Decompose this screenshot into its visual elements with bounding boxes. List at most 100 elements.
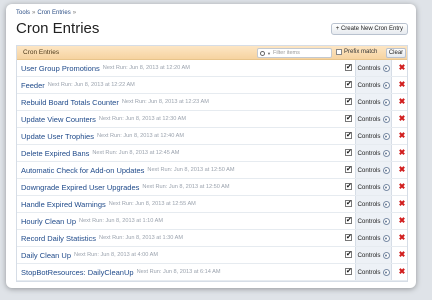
cron-entry-name[interactable]: Update View Counters	[17, 115, 96, 124]
search-icon	[260, 50, 265, 56]
next-run-text: Next Run: Jun 8, 2013 at 12:22 AM	[47, 82, 135, 88]
delete-icon[interactable]: ✖	[398, 81, 406, 89]
filter-input[interactable]: ▼ Filter items	[257, 48, 332, 58]
enabled-checkbox[interactable]: ✔	[345, 81, 352, 88]
enabled-checkbox[interactable]: ✔	[345, 217, 352, 224]
next-run-text: Next Run: Jun 8, 2013 at 12:45 AM	[92, 150, 180, 156]
chevron-down-icon: ▼	[382, 268, 390, 276]
breadcrumb-separator: »	[32, 10, 36, 16]
cron-entry-name[interactable]: Daily Clean Up	[17, 251, 71, 260]
controls-menu[interactable]: Controls ▼	[355, 162, 392, 178]
controls-label: Controls	[357, 81, 381, 89]
delete-icon[interactable]: ✖	[398, 251, 406, 259]
controls-label: Controls	[357, 166, 381, 174]
delete-icon[interactable]: ✖	[398, 98, 406, 106]
list-item: StopBotResources: DailyCleanUp Next Run: …	[17, 264, 407, 281]
cron-entry-name[interactable]: Hourly Clean Up	[17, 217, 76, 226]
controls-menu[interactable]: Controls ▼	[355, 111, 392, 127]
cron-entry-name[interactable]: Record Daily Statistics	[17, 234, 96, 243]
filter-placeholder: Filter items	[272, 50, 300, 56]
enabled-checkbox[interactable]: ✔	[345, 98, 352, 105]
controls-label: Controls	[357, 64, 381, 72]
delete-icon[interactable]: ✖	[398, 200, 406, 208]
enabled-checkbox[interactable]: ✔	[345, 166, 352, 173]
cron-entry-name[interactable]: StopBotResources: DailyCleanUp	[17, 268, 134, 277]
controls-label: Controls	[357, 98, 381, 106]
controls-menu[interactable]: Controls ▼	[355, 213, 392, 229]
delete-icon[interactable]: ✖	[398, 166, 406, 174]
delete-icon[interactable]: ✖	[398, 132, 406, 140]
chevron-down-icon: ▼	[382, 149, 390, 157]
prefix-match-option[interactable]: Prefix match	[336, 49, 377, 55]
chevron-down-icon: ▼	[382, 200, 390, 208]
cron-entry-name[interactable]: Delete Expired Bans	[17, 149, 89, 158]
list-item: Hourly Clean Up Next Run: Jun 8, 2013 at …	[17, 213, 407, 230]
cron-entry-name[interactable]: Downgrade Expired User Upgrades	[17, 183, 139, 192]
create-cron-entry-button[interactable]: + Create New Cron Entry	[330, 23, 408, 35]
cron-entry-name[interactable]: Update User Trophies	[17, 132, 94, 141]
chevron-down-icon: ▼	[382, 98, 390, 106]
controls-menu[interactable]: Controls ▼	[355, 247, 392, 263]
chevron-down-icon: ▼	[382, 132, 390, 140]
breadcrumb-cron-entries[interactable]: Cron Entries	[37, 10, 70, 16]
list-item: Automatic Check for Add-on Updates Next R…	[17, 162, 407, 179]
list-title: Cron Entries	[23, 49, 60, 56]
controls-label: Controls	[357, 200, 381, 208]
chevron-down-icon: ▼	[382, 115, 390, 123]
enabled-checkbox[interactable]: ✔	[345, 115, 352, 122]
controls-label: Controls	[357, 132, 381, 140]
enabled-checkbox[interactable]: ✔	[345, 132, 352, 139]
next-run-text: Next Run: Jun 8, 2013 at 1:30 AM	[99, 235, 183, 241]
controls-menu[interactable]: Controls ▼	[355, 145, 392, 161]
controls-menu[interactable]: Controls ▼	[355, 196, 392, 212]
controls-menu[interactable]: Controls ▼	[355, 179, 392, 195]
controls-label: Controls	[357, 183, 381, 191]
next-run-text: Next Run: Jun 8, 2013 at 12:23 AM	[121, 99, 209, 105]
clear-button[interactable]: Clear	[386, 48, 406, 58]
controls-menu[interactable]: Controls ▼	[355, 94, 392, 110]
enabled-checkbox[interactable]: ✔	[345, 64, 352, 71]
cron-entry-name[interactable]: Automatic Check for Add-on Updates	[17, 166, 144, 175]
controls-label: Controls	[357, 268, 381, 276]
enabled-checkbox[interactable]: ✔	[345, 268, 352, 275]
list-item: Downgrade Expired User Upgrades Next Run:…	[17, 179, 407, 196]
enabled-checkbox[interactable]: ✔	[345, 183, 352, 190]
delete-icon[interactable]: ✖	[398, 234, 406, 242]
caret-down-icon: ▼	[267, 50, 271, 56]
next-run-text: Next Run: Jun 8, 2013 at 12:20 AM	[102, 65, 190, 71]
delete-icon[interactable]: ✖	[398, 64, 406, 72]
delete-icon[interactable]: ✖	[398, 217, 406, 225]
prefix-match-checkbox[interactable]	[336, 49, 342, 55]
delete-icon[interactable]: ✖	[398, 183, 406, 191]
cron-entry-name[interactable]: Handle Expired Warnings	[17, 200, 106, 209]
enabled-checkbox[interactable]: ✔	[345, 251, 352, 258]
next-run-text: Next Run: Jun 8, 2013 at 12:55 AM	[108, 201, 196, 207]
list-item: Handle Expired Warnings Next Run: Jun 8, …	[17, 196, 407, 213]
chevron-down-icon: ▼	[382, 64, 390, 72]
delete-icon[interactable]: ✖	[398, 115, 406, 123]
next-run-text: Next Run: Jun 8, 2013 at 12:40 AM	[96, 133, 185, 139]
list-item: Rebuild Board Totals Counter Next Run: Ju…	[17, 94, 407, 111]
controls-menu[interactable]: Controls ▼	[355, 128, 392, 144]
delete-icon[interactable]: ✖	[398, 149, 406, 157]
controls-menu[interactable]: Controls ▼	[355, 264, 392, 280]
controls-menu[interactable]: Controls ▼	[355, 77, 392, 93]
controls-menu[interactable]: Controls ▼	[355, 60, 392, 76]
delete-icon[interactable]: ✖	[398, 268, 406, 276]
controls-label: Controls	[357, 217, 381, 225]
next-run-text: Next Run: Jun 8, 2013 at 6:14 AM	[136, 269, 221, 275]
cron-entry-name[interactable]: User Group Promotions	[17, 64, 100, 73]
cron-entry-name[interactable]: Rebuild Board Totals Counter	[17, 98, 119, 107]
list-item: Daily Clean Up Next Run: Jun 8, 2013 at 4…	[17, 247, 407, 264]
controls-menu[interactable]: Controls ▼	[355, 230, 392, 246]
breadcrumb-tools[interactable]: Tools	[16, 10, 30, 16]
breadcrumb: Tools » Cron Entries »	[16, 10, 76, 16]
enabled-checkbox[interactable]: ✔	[345, 149, 352, 156]
next-run-text: Next Run: Jun 8, 2013 at 12:50 AM	[147, 167, 235, 173]
enabled-checkbox[interactable]: ✔	[345, 200, 352, 207]
list-header: Cron Entries ▼ Filter items Prefix match…	[17, 46, 407, 60]
enabled-checkbox[interactable]: ✔	[345, 234, 352, 241]
chevron-down-icon: ▼	[382, 183, 390, 191]
controls-label: Controls	[357, 251, 381, 259]
cron-entry-name[interactable]: Feeder	[17, 81, 45, 90]
